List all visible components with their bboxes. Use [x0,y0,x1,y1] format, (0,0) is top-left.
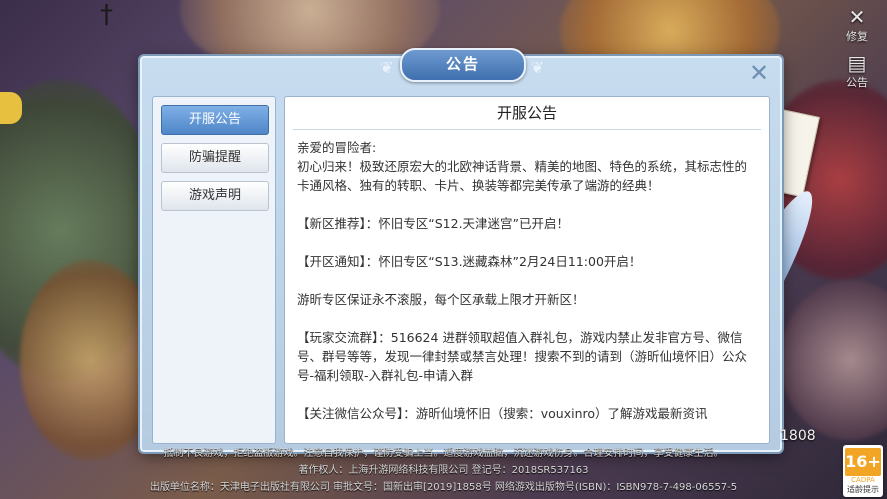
content-body: 亲爱的冒险者: 初心归来！极致还原宏大的北欧神话背景、精美的地图、特色的系统，其… [285,130,769,423]
paragraph-open-notice: 【开区通知】：怀旧专区“S13.迷藏森林”2月24日11:00开启！ [297,254,642,269]
background-art [20,260,160,460]
wing-right-icon: ❦ [530,58,546,77]
tab-server-notice[interactable]: 开服公告 [161,105,269,135]
tab-list: 开服公告 防骗提醒 游戏声明 [152,96,276,444]
rating-org: CADPA [851,476,875,484]
sword-icon: † [100,0,113,30]
wrench-icon: ✕ [848,5,866,29]
content-title: 开服公告 [293,97,761,130]
notice-button[interactable]: ▤ 公告 [837,52,877,90]
dialog-title-text: 公告 [445,55,480,73]
footer-publisher: 出版单位名称：天津电子出版社有限公司 审批文号：国新出审[2019]1858号 … [149,482,738,493]
age-rating: 16+ [845,448,881,476]
paragraph-guarantee: 游昕专区保证永不滚服，每个区承载上限才开新区！ [297,292,585,307]
tab-anti-fraud[interactable]: 防骗提醒 [161,143,269,173]
paragraph-new-server: 【新区推荐】：怀旧专区“S12.天津迷宫”已开启！ [297,216,570,231]
repair-button[interactable]: ✕ 修复 [837,6,877,44]
rating-tip: 适龄提示 [847,485,879,494]
repair-label: 修复 [846,30,868,43]
notice-content[interactable]: 开服公告 亲爱的冒险者: 初心归来！极致还原宏大的北欧神话背景、精美的地图、特色… [284,96,770,444]
paragraph-intro: 初心归来！极致还原宏大的北欧神话背景、精美的地图、特色的系统，其标志性的卡通风格… [297,159,748,193]
footer-warning: 抵制不良游戏，拒绝盗版游戏。注意自我保护，谨防受骗上当。适度游戏益脑，沉迷游戏伤… [163,448,724,459]
background-art [780,280,887,440]
footer-copyright: 著作权人：上海升游网络科技有限公司 登记号：2018SR537163 [298,465,589,476]
paragraph-greeting: 亲爱的冒险者: [297,140,377,155]
left-edge-decoration [0,92,22,124]
paragraph-player-group: 【玩家交流群】：516624 进群领取超值入群礼包，游戏内禁止发非官方号、微信号… [297,330,748,383]
notice-label: 公告 [846,76,868,89]
age-rating-badge: 16+ CADPA 适龄提示 [843,445,883,497]
wing-left-icon: ❦ [380,58,396,77]
notice-icon: ▤ [847,51,867,75]
announcement-dialog: ❦ 公告 ❦ ✕ 开服公告 防骗提醒 游戏声明 开服公告 亲爱的冒险者: 初心归… [140,48,782,452]
close-icon[interactable]: ✕ [746,60,772,86]
tab-game-statement[interactable]: 游戏声明 [161,181,269,211]
paragraph-wechat: 【关注微信公众号】：游昕仙境怀旧（搜索：vouxinro）了解游戏最新资讯 [297,406,708,421]
side-number: 1808 [780,428,816,444]
dialog-title: ❦ 公告 ❦ [380,48,544,82]
